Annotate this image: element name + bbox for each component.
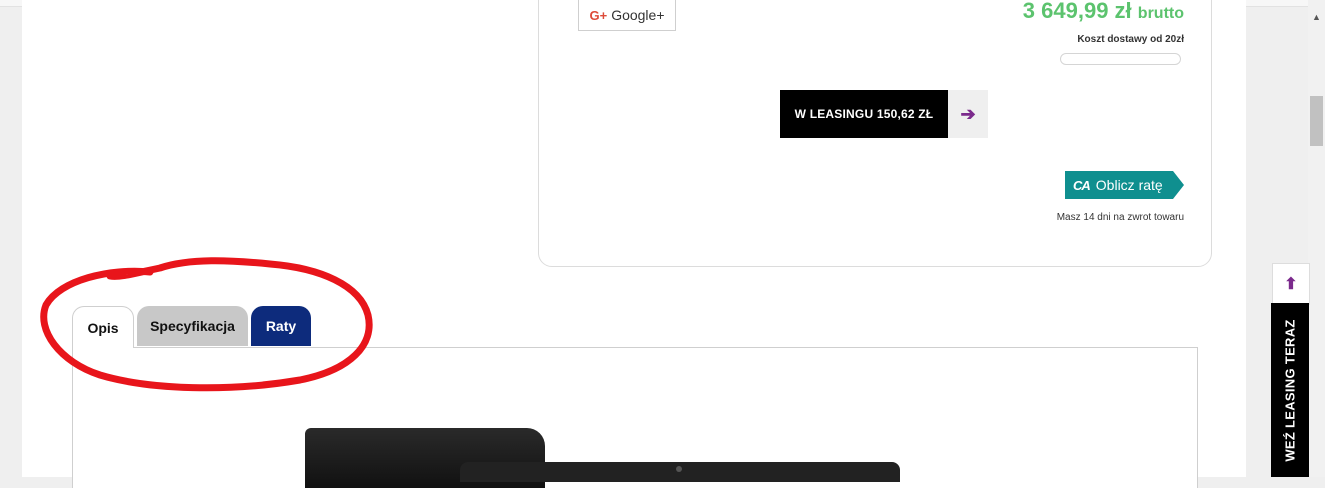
google-plus-icon: G+: [589, 7, 608, 23]
side-leasing-label: WEŹ LEASING TERAZ: [1282, 318, 1298, 462]
credit-agricole-logo-icon: CA: [1073, 177, 1091, 193]
page-scrollbar[interactable]: [1308, 0, 1325, 477]
product-image-laptop-screen: [460, 462, 900, 482]
tab-specyfikacja[interactable]: Specyfikacja: [137, 306, 248, 346]
leasing-button[interactable]: W LEASINGU 150,62 ZŁ: [780, 90, 948, 138]
tab-opis[interactable]: Opis: [72, 306, 134, 348]
tab-raty[interactable]: Raty: [251, 306, 311, 346]
scroll-up-arrow-icon[interactable]: ▲: [1308, 8, 1325, 25]
google-plus-label: Google+: [611, 7, 665, 23]
laptop-camera: [676, 466, 682, 472]
price-suffix: brutto: [1137, 5, 1184, 22]
price: 3 649,99 zł brutto: [1023, 0, 1184, 24]
calculate-installment-label: Oblicz ratę: [1095, 177, 1163, 193]
returns-note: Masz 14 dni na zwrot towaru: [1056, 212, 1184, 223]
arrow-up-icon[interactable]: ⬆: [1272, 263, 1310, 305]
google-plus-button[interactable]: G+ Google+: [578, 0, 676, 31]
delivery-cost: Koszt dostawy od 20zł: [1077, 34, 1184, 45]
scrollbar-thumb[interactable]: [1310, 96, 1323, 146]
arrow-right-icon[interactable]: ➔: [948, 90, 988, 138]
calculate-installment-button[interactable]: CA Oblicz ratę: [1065, 171, 1184, 199]
empty-progress-bar: [1060, 53, 1181, 65]
price-amount: 3 649,99 zł: [1022, 0, 1132, 23]
side-leasing-tab[interactable]: WEŹ LEASING TERAZ: [1271, 303, 1309, 477]
